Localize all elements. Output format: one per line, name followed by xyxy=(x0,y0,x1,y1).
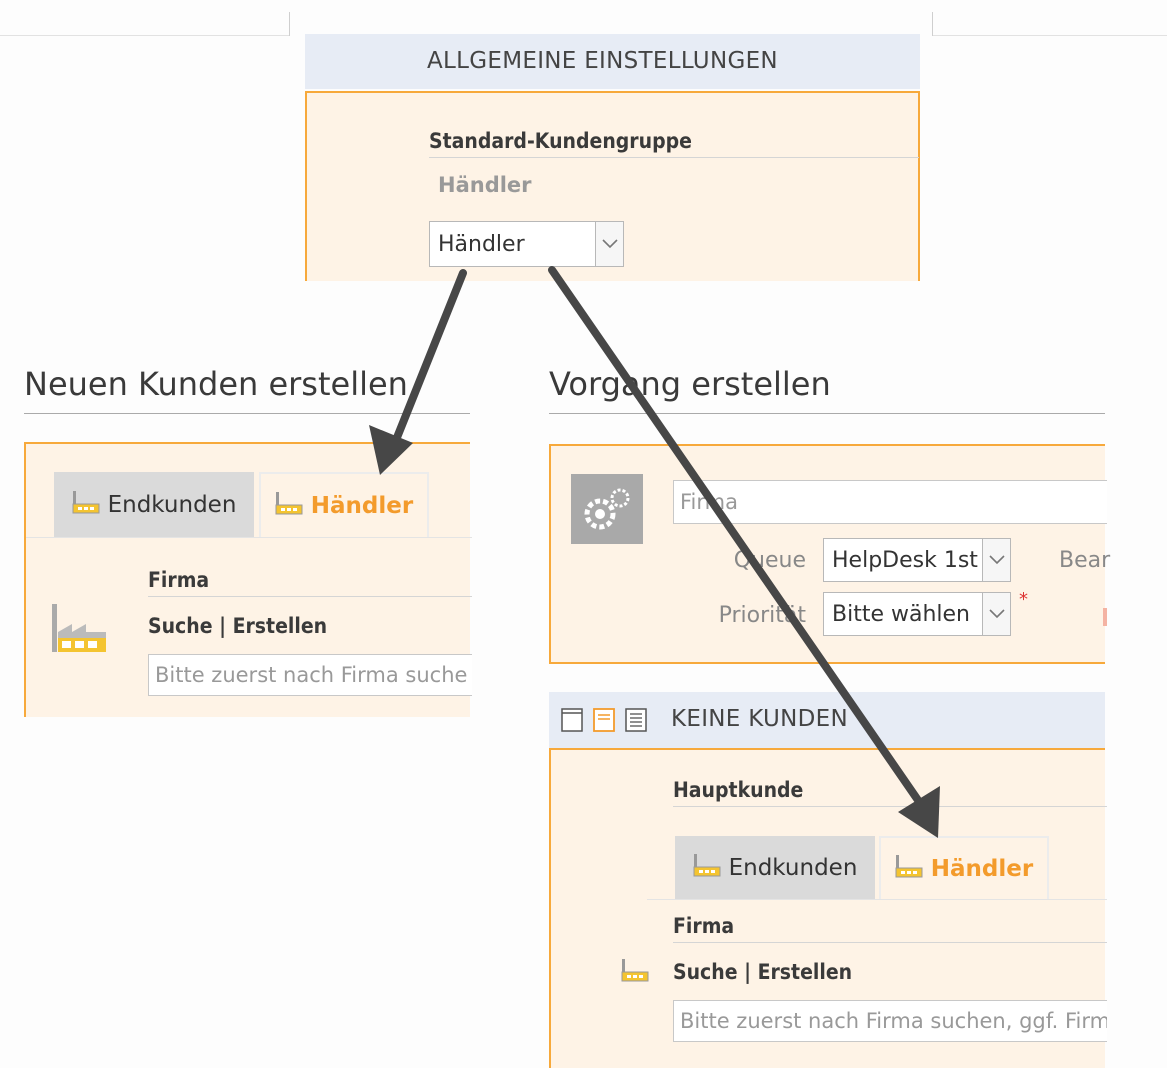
arrow-icon xyxy=(548,266,940,838)
arrow-icon xyxy=(369,269,467,475)
annotation-arrows xyxy=(369,266,940,838)
